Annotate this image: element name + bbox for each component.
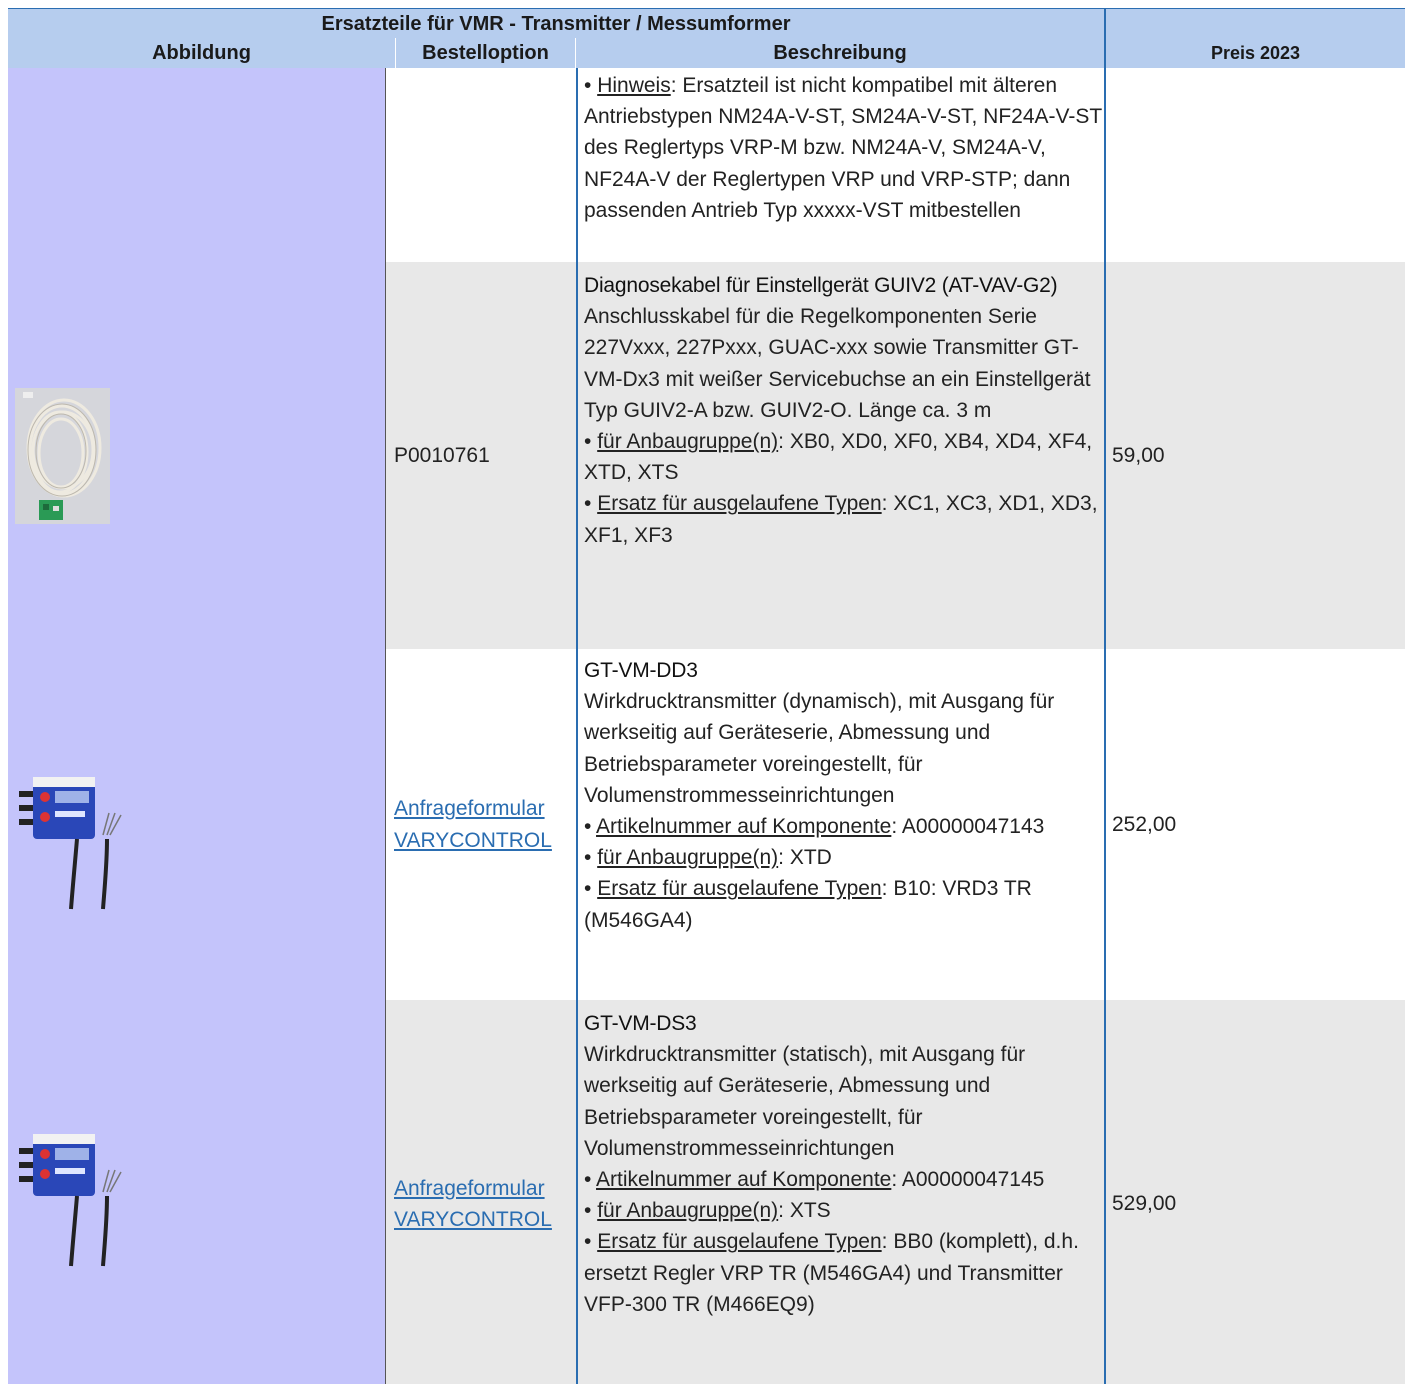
table-row: • Hinweis: Ersatzteil ist nicht kompatib… bbox=[8, 68, 1405, 262]
request-form-link[interactable]: Anfrageformular bbox=[394, 793, 552, 824]
table-row: Anfrageformular VARYCONTROL GT-VM-DD3 Wi… bbox=[8, 649, 1405, 1000]
image-cell bbox=[8, 262, 386, 649]
table-title: Ersatzteile für VMR - Transmitter / Mess… bbox=[8, 9, 1106, 39]
article-number-line: • Artikelnummer auf Komponente: A0000004… bbox=[584, 1168, 1045, 1192]
assembly-label: für Anbaugruppe(n) bbox=[597, 430, 779, 454]
image-cell bbox=[8, 649, 386, 1000]
transmitter-photo-icon bbox=[19, 777, 122, 910]
price-cell: 59,00 bbox=[1106, 262, 1405, 649]
varycontrol-link[interactable]: VARYCONTROL bbox=[394, 1204, 576, 1235]
assembly-label: für Anbaugruppe(n) bbox=[597, 846, 779, 870]
price-value: 59,00 bbox=[1112, 443, 1165, 467]
header-price: Preis 2023 bbox=[1210, 42, 1301, 63]
article-number-label: Artikelnummer auf Komponente bbox=[596, 815, 892, 839]
option-cell: Anfrageformular VARYCONTROL bbox=[386, 1000, 576, 1384]
product-title: GT-VM-DD3 bbox=[584, 659, 698, 682]
replacement-line: • Ersatz für ausgelaufene Typen: B10: VR… bbox=[584, 877, 1032, 932]
option-cell bbox=[386, 68, 576, 262]
table-title-empty-cell bbox=[1106, 9, 1405, 39]
varycontrol-link[interactable]: VARYCONTROL bbox=[394, 825, 552, 856]
description-cell: • Hinweis: Ersatzteil ist nicht kompatib… bbox=[576, 68, 1106, 262]
replacement-label: Ersatz für ausgelaufene Typen bbox=[597, 1230, 882, 1254]
product-title: Diagnosekabel für Einstellgerät GUIV2 (A… bbox=[584, 274, 1058, 297]
table-title-row: Ersatzteile für VMR - Transmitter / Mess… bbox=[8, 8, 1405, 40]
product-description: Anschlusskabel für die Regelkomponenten … bbox=[584, 305, 1091, 422]
assembly-line: • für Anbaugruppe(n): XB0, XD0, XF0, XB4… bbox=[584, 430, 1093, 485]
price-cell: 252,00 bbox=[1106, 649, 1405, 1000]
price-cell bbox=[1106, 68, 1405, 262]
assembly-label: für Anbaugruppe(n) bbox=[597, 1199, 779, 1223]
table-row: P0010761 Diagnosekabel für Einstellgerät… bbox=[8, 262, 1405, 649]
transmitter-photo-icon bbox=[19, 1134, 122, 1267]
product-description: Wirkdrucktransmitter (statisch), mit Aus… bbox=[584, 1043, 1026, 1160]
option-cell: P0010761 bbox=[386, 262, 576, 649]
price-value: 529,00 bbox=[1112, 1192, 1177, 1215]
assembly-line: • für Anbaugruppe(n): XTD bbox=[584, 846, 832, 870]
column-header-row: Abbildung Bestelloption Beschreibung Pre… bbox=[8, 38, 1405, 69]
note-label: Hinweis bbox=[597, 74, 671, 97]
image-cell bbox=[8, 68, 386, 262]
replacement-label: Ersatz für ausgelaufene Typen bbox=[597, 877, 882, 901]
product-description: Wirkdrucktransmitter (dynamisch), mit Au… bbox=[584, 690, 1055, 807]
header-image: Abbildung bbox=[8, 38, 396, 68]
replacement-label: Ersatz für ausgelaufene Typen bbox=[597, 492, 882, 516]
image-cell bbox=[8, 1000, 386, 1384]
order-number: P0010761 bbox=[394, 443, 490, 467]
assembly-line: • für Anbaugruppe(n): XTS bbox=[584, 1199, 831, 1223]
spare-parts-table: Ersatzteile für VMR - Transmitter / Mess… bbox=[8, 8, 1405, 1384]
header-option: Bestelloption bbox=[396, 38, 576, 68]
description-cell: GT-VM-DS3 Wirkdrucktransmitter (statisch… bbox=[576, 1000, 1106, 1384]
price-cell: 529,00 bbox=[1106, 1000, 1405, 1384]
replacement-line: • Ersatz für ausgelaufene Typen: BB0 (ko… bbox=[584, 1230, 1079, 1316]
table-row: Anfrageformular VARYCONTROL GT-VM-DS3 Wi… bbox=[8, 1000, 1405, 1384]
product-title: GT-VM-DS3 bbox=[584, 1012, 697, 1035]
replacement-line: • Ersatz für ausgelaufene Typen: XC1, XC… bbox=[584, 492, 1098, 547]
article-number-line: • Artikelnummer auf Komponente: A0000004… bbox=[584, 815, 1045, 839]
option-cell: Anfrageformular VARYCONTROL bbox=[386, 649, 576, 1000]
note-line: • Hinweis: Ersatzteil ist nicht kompatib… bbox=[584, 74, 1102, 222]
description-cell: GT-VM-DD3 Wirkdrucktransmitter (dynamisc… bbox=[576, 649, 1106, 1000]
cable-photo-icon bbox=[15, 388, 110, 524]
price-value: 252,00 bbox=[1112, 812, 1177, 836]
article-number-label: Artikelnummer auf Komponente bbox=[596, 1168, 892, 1192]
header-description: Beschreibung bbox=[576, 38, 1106, 68]
request-form-link[interactable]: Anfrageformular bbox=[394, 1173, 576, 1204]
description-cell: Diagnosekabel für Einstellgerät GUIV2 (A… bbox=[576, 262, 1106, 649]
